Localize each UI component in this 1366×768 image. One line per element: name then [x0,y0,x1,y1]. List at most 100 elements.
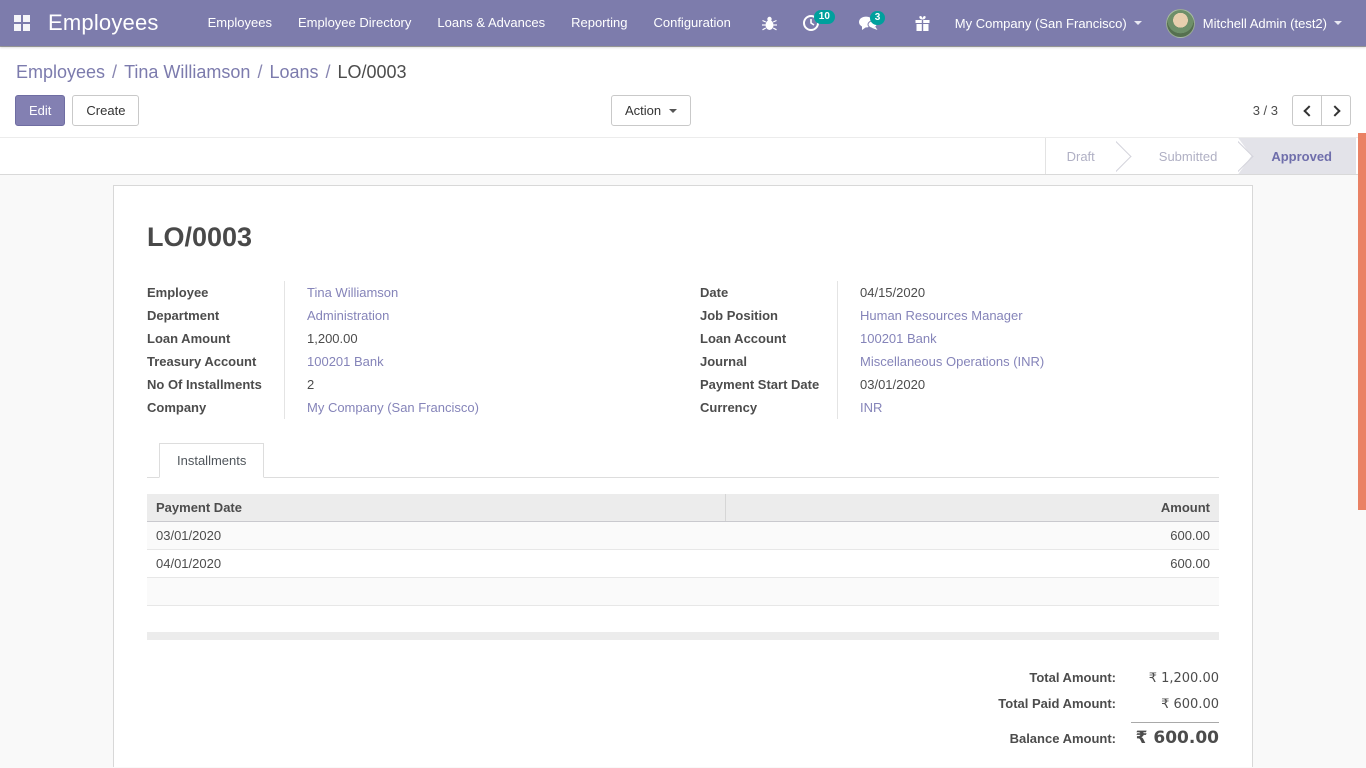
chevron-right-icon [1329,105,1340,116]
field-value-link[interactable]: Human Resources Manager [838,304,1023,327]
table-row[interactable]: 04/01/2020 600.00 [147,550,1219,578]
breadcrumb-link-employees[interactable]: Employees [16,62,105,82]
nav-item-configuration[interactable]: Configuration [640,0,743,46]
total-amount-row: Total Amount: ₹ 1,200.00 [1029,670,1219,686]
cell-payment-date[interactable]: 03/01/2020 [147,522,726,550]
field-value-link[interactable]: Tina Williamson [285,281,398,304]
field-value: 04/15/2020 [838,281,925,304]
field-label: Company [147,396,285,419]
messages-button[interactable]: 3 [848,9,888,38]
control-panel: Employees/Tina Williamson/Loans/LO/0003 … [0,46,1366,137]
field-label: Loan Account [700,327,838,350]
field-column-left: Employee Tina Williamson Department Admi… [147,281,666,419]
total-amount-value: ₹ 1,200.00 [1131,671,1219,686]
nav-item-reporting[interactable]: Reporting [558,0,640,46]
empty-cell [147,578,726,606]
total-amount-label: Total Amount: [1029,670,1116,685]
total-paid-row: Total Paid Amount: ₹ 600.00 [998,696,1219,712]
bug-icon [761,15,778,32]
chevron-down-icon [669,109,677,113]
field-loan-amount: Loan Amount 1,200.00 [147,327,666,350]
nav-item-employee-directory[interactable]: Employee Directory [285,0,424,46]
field-value-link[interactable]: INR [838,396,882,419]
field-label: Job Position [700,304,838,327]
table-horizontal-scrollbar[interactable] [147,632,1219,640]
field-payment-start-date: Payment Start Date 03/01/2020 [700,373,1219,396]
chevron-down-icon [1134,21,1142,25]
cell-amount[interactable]: 600.00 [726,522,1219,550]
field-label: No Of Installments [147,373,285,396]
total-paid-label: Total Paid Amount: [998,696,1116,711]
activities-button[interactable]: 10 [792,8,830,38]
field-value-link[interactable]: Administration [285,304,389,327]
apps-menu-button[interactable] [0,0,44,46]
table-empty-row [147,578,1219,606]
nav-right-group: 10 3 My Company (San Francisco) [751,8,1366,38]
table-row[interactable]: 03/01/2020 600.00 [147,522,1219,550]
field-value-link[interactable]: Miscellaneous Operations (INR) [838,350,1044,373]
field-job-position: Job Position Human Resources Manager [700,304,1219,327]
record-title: LO/0003 [147,222,1219,253]
field-label: Department [147,304,285,327]
create-button[interactable]: Create [72,95,139,126]
installments-table: Payment Date Amount 03/01/2020 600.00 04… [147,494,1219,606]
field-employee: Employee Tina Williamson [147,281,666,304]
balance-amount-value: ₹ 600.00 [1131,722,1219,748]
field-currency: Currency INR [700,396,1219,419]
field-label: Currency [700,396,838,419]
notebook: Installments Payment Date Amount 03/01/2… [147,443,1219,640]
action-group: Action [611,95,691,126]
field-label: Payment Start Date [700,373,838,396]
user-name: Mitchell Admin (test2) [1203,16,1327,31]
rewards-button[interactable] [904,9,941,38]
edit-button[interactable]: Edit [15,95,65,126]
field-group: Employee Tina Williamson Department Admi… [147,281,1219,419]
status-submitted[interactable]: Submitted [1138,138,1239,174]
debug-button[interactable] [751,9,788,38]
nav-item-employees[interactable]: Employees [195,0,285,46]
field-treasury-account: Treasury Account 100201 Bank [147,350,666,373]
field-value-link[interactable]: My Company (San Francisco) [285,396,479,419]
apps-grid-icon [14,15,30,31]
status-arrow-icon [1116,138,1138,174]
balance-amount-label: Balance Amount: [1010,731,1116,746]
action-dropdown-button[interactable]: Action [611,95,691,126]
breadcrumb-link-employee[interactable]: Tina Williamson [124,62,250,82]
field-loan-account: Loan Account 100201 Bank [700,327,1219,350]
pager-previous-button[interactable] [1292,95,1322,126]
column-header-payment-date[interactable]: Payment Date [147,494,726,522]
chevron-down-icon [1334,21,1342,25]
statusbar: Draft Submitted Approved [0,137,1366,175]
field-column-right: Date 04/15/2020 Job Position Human Resou… [700,281,1219,419]
user-menu[interactable]: Mitchell Admin (test2) [1156,9,1352,38]
vertical-scrollbar-thumb[interactable] [1358,133,1366,510]
status-draft[interactable]: Draft [1045,138,1116,174]
field-value-link[interactable]: 100201 Bank [285,350,384,373]
field-value: 1,200.00 [285,327,358,350]
field-value-link[interactable]: 100201 Bank [838,327,937,350]
cell-payment-date[interactable]: 04/01/2020 [147,550,726,578]
column-header-amount[interactable]: Amount [726,494,1219,522]
company-name: My Company (San Francisco) [955,16,1127,31]
field-value: 2 [285,373,314,396]
totals-section: Total Amount: ₹ 1,200.00 Total Paid Amou… [147,670,1219,758]
buttons-row: Edit Create Action 3 / 3 [15,95,1351,137]
breadcrumb-current: LO/0003 [338,62,407,82]
nav-item-loans-advances[interactable]: Loans & Advances [424,0,558,46]
field-label: Employee [147,281,285,304]
breadcrumb-link-loans[interactable]: Loans [269,62,318,82]
pager-next-button[interactable] [1321,95,1351,126]
company-switcher[interactable]: My Company (San Francisco) [945,16,1152,31]
pager-count: 3 / 3 [1253,103,1278,118]
empty-cell [726,578,1219,606]
top-navbar: Employees Employees Employee Directory L… [0,0,1366,46]
field-label: Treasury Account [147,350,285,373]
pager: 3 / 3 [1253,95,1351,126]
breadcrumb-separator: / [326,62,331,82]
activities-badge: 10 [814,10,835,24]
field-journal: Journal Miscellaneous Operations (INR) [700,350,1219,373]
tab-installments[interactable]: Installments [159,443,264,478]
cell-amount[interactable]: 600.00 [726,550,1219,578]
action-label: Action [625,103,661,118]
status-arrow-icon [1238,138,1260,174]
